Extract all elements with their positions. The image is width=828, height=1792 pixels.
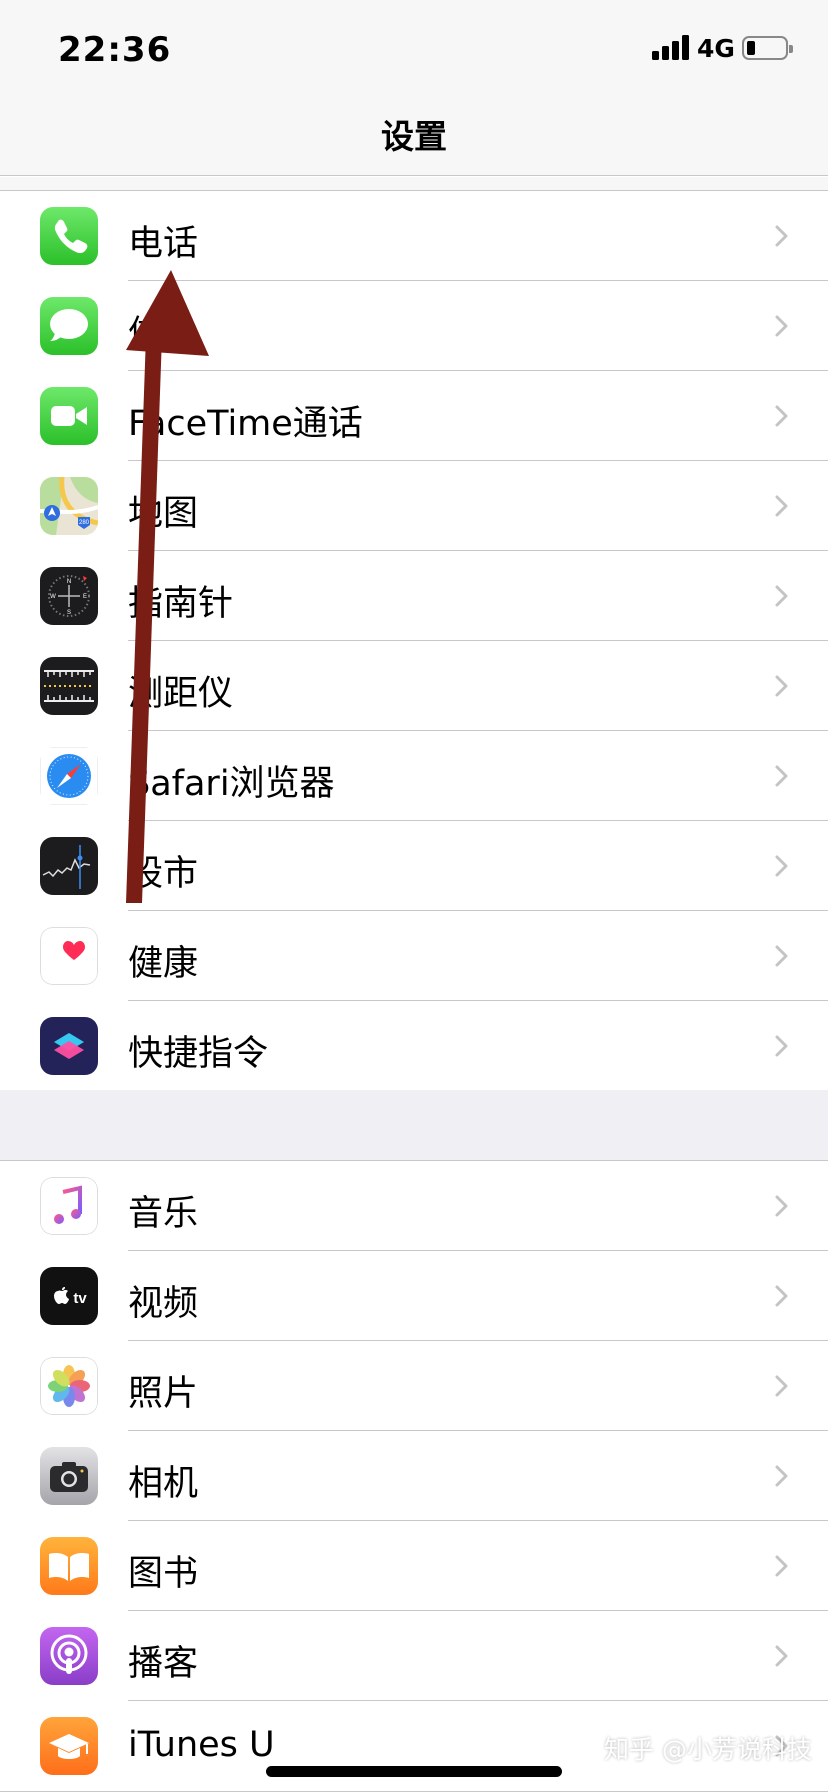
settings-row-maps[interactable]: 280 地图 <box>0 461 828 551</box>
itunes-u-icon <box>40 1717 98 1775</box>
settings-row-messages[interactable]: 信息 <box>0 281 828 371</box>
chevron-right-icon <box>775 495 788 517</box>
settings-row-label: 地图 <box>128 494 199 534</box>
photos-icon <box>40 1357 98 1415</box>
stocks-icon <box>40 837 98 895</box>
chevron-right-icon <box>775 1285 788 1307</box>
section-gap <box>0 1090 828 1160</box>
settings-row-label: 健康 <box>128 944 199 984</box>
phone-icon <box>40 207 98 265</box>
svg-text:tv: tv <box>73 1290 87 1307</box>
settings-row-label: 图书 <box>128 1554 199 1594</box>
measure-icon <box>40 657 98 715</box>
chevron-right-icon <box>775 315 788 337</box>
compass-icon: N S W E <box>40 567 98 625</box>
settings-row-tv[interactable]: tv 视频 <box>0 1251 828 1341</box>
watermark: 知乎 @小芳说科技 <box>604 1735 812 1764</box>
chevron-right-icon <box>775 1645 788 1667</box>
settings-row-measure[interactable]: 测距仪 <box>0 641 828 731</box>
settings-row-podcasts[interactable]: 播客 <box>0 1611 828 1701</box>
chevron-right-icon <box>775 855 788 877</box>
status-bar: 22:36 4G <box>0 0 828 96</box>
settings-row-label: 电话 <box>128 224 199 264</box>
shortcuts-icon <box>40 1017 98 1075</box>
settings-row-label: 股市 <box>128 854 199 894</box>
messages-icon <box>40 297 98 355</box>
settings-row-label: Safari浏览器 <box>128 764 335 804</box>
facetime-icon <box>40 387 98 445</box>
settings-group-apps-1: 电话 信息 FaceTime通话 280 地图 N S W E 指南针 测距仪 Saf… <box>0 190 828 1092</box>
podcasts-icon <box>40 1627 98 1685</box>
chevron-right-icon <box>775 945 788 967</box>
safari-icon <box>40 747 98 805</box>
home-indicator[interactable] <box>266 1766 562 1777</box>
settings-row-music[interactable]: 音乐 <box>0 1161 828 1251</box>
settings-row-facetime[interactable]: FaceTime通话 <box>0 371 828 461</box>
chevron-right-icon <box>775 1465 788 1487</box>
page-title: 设置 <box>381 117 447 156</box>
chevron-right-icon <box>775 1375 788 1397</box>
chevron-right-icon <box>775 1555 788 1577</box>
settings-group-apps-2: 音乐 tv 视频 照片 相机 图书 播客 iTunes U <box>0 1160 828 1792</box>
camera-icon <box>40 1447 98 1505</box>
chevron-right-icon <box>775 1195 788 1217</box>
settings-row-label: 测距仪 <box>128 674 234 714</box>
tv-icon: tv <box>40 1267 98 1325</box>
settings-row-shortcuts[interactable]: 快捷指令 <box>0 1001 828 1091</box>
chevron-right-icon <box>775 675 788 697</box>
svg-text:W: W <box>50 594 56 600</box>
settings-row-health[interactable]: 健康 <box>0 911 828 1001</box>
maps-icon: 280 <box>40 477 98 535</box>
settings-row-compass[interactable]: N S W E 指南针 <box>0 551 828 641</box>
settings-row-books[interactable]: 图书 <box>0 1521 828 1611</box>
svg-text:E: E <box>83 594 87 600</box>
health-icon <box>40 927 98 985</box>
chevron-right-icon <box>775 225 788 247</box>
svg-text:280: 280 <box>79 520 90 526</box>
battery-icon <box>742 36 793 60</box>
cellular-signal-icon <box>652 34 690 60</box>
settings-row-camera[interactable]: 相机 <box>0 1431 828 1521</box>
settings-row-safari[interactable]: Safari浏览器 <box>0 731 828 821</box>
settings-row-photos[interactable]: 照片 <box>0 1341 828 1431</box>
navigation-bar: 设置 <box>0 96 828 176</box>
chevron-right-icon <box>775 1035 788 1057</box>
settings-row-label: 视频 <box>128 1284 199 1324</box>
chevron-right-icon <box>775 585 788 607</box>
settings-row-label: iTunes U <box>128 1725 275 1765</box>
settings-row-label: 照片 <box>128 1374 199 1414</box>
section-spacer <box>0 177 828 190</box>
settings-row-label: FaceTime通话 <box>128 404 363 444</box>
settings-row-label: 信息 <box>128 314 199 354</box>
music-icon <box>40 1177 98 1235</box>
chevron-right-icon <box>775 765 788 787</box>
settings-row-label: 指南针 <box>128 584 234 624</box>
network-type: 4G <box>697 34 735 63</box>
settings-row-label: 播客 <box>128 1644 199 1684</box>
books-icon <box>40 1537 98 1595</box>
status-time: 22:36 <box>58 30 172 70</box>
settings-row-phone[interactable]: 电话 <box>0 191 828 281</box>
svg-text:N: N <box>67 579 71 585</box>
settings-row-label: 相机 <box>128 1464 199 1504</box>
svg-text:S: S <box>67 610 71 616</box>
chevron-right-icon <box>775 405 788 427</box>
settings-row-label: 快捷指令 <box>128 1034 269 1074</box>
settings-row-label: 音乐 <box>128 1194 199 1234</box>
settings-row-stocks[interactable]: 股市 <box>0 821 828 911</box>
